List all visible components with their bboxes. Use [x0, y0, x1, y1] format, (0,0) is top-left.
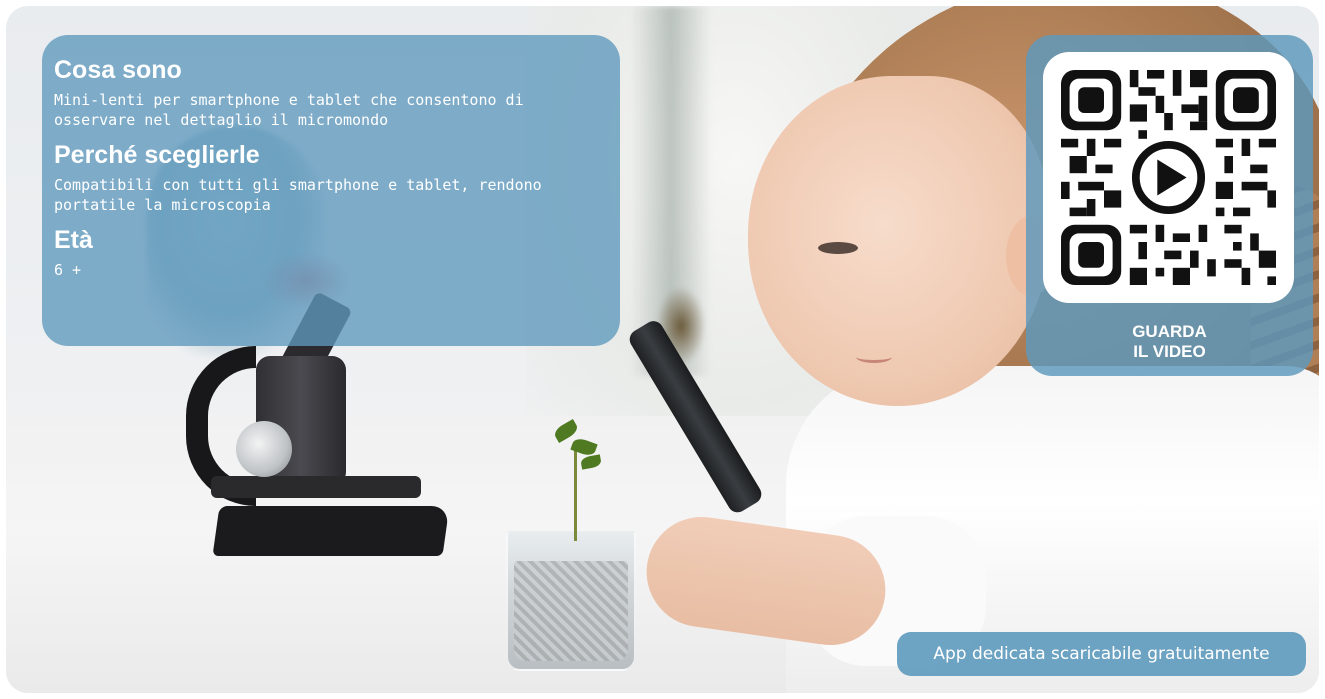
free-app-badge: App dedicata scaricabile gratuitamente [897, 632, 1306, 676]
watch-video-panel[interactable]: GUARDA IL VIDEO [1026, 35, 1313, 376]
heading-age: Età [54, 226, 93, 254]
microscope-knob [236, 421, 292, 477]
qr-code[interactable] [1043, 52, 1294, 303]
plant-soil [514, 561, 628, 661]
girl-smile [856, 351, 892, 363]
heading-why-choose: Perché sceglierle [54, 141, 260, 169]
product-banner: Cosa sono Mini-lenti per smartphone e ta… [6, 6, 1319, 693]
microscope-base [212, 506, 450, 556]
text-age: 6 + [54, 261, 82, 279]
microscope-stage [211, 476, 421, 498]
girl-face [748, 76, 1048, 406]
watch-video-label-line-1: GUARDA [1132, 322, 1207, 341]
heading-what-they-are: Cosa sono [54, 56, 182, 84]
product-info-panel: Cosa sono Mini-lenti per smartphone e ta… [42, 35, 620, 346]
seedling-stem [574, 446, 577, 541]
watch-video-label[interactable]: GUARDA IL VIDEO [1026, 322, 1313, 362]
qr-code-image [1061, 70, 1276, 285]
text-why-choose: Compatibili con tutti gli smartphone e t… [54, 176, 542, 214]
girl-eye [818, 242, 858, 254]
watch-video-label-line-2: IL VIDEO [1133, 342, 1206, 361]
text-what-they-are: Mini-lenti per smartphone e tablet che c… [54, 91, 524, 129]
